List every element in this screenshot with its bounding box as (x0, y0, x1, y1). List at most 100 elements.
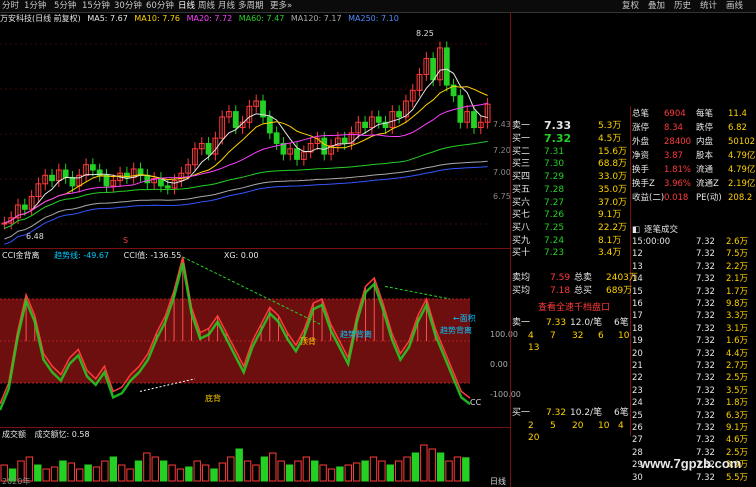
tick-volume: 2.7万 (726, 361, 749, 371)
stat-value-2: 11.4 (728, 109, 747, 119)
watermark: www.7gpzb.com (640, 456, 742, 471)
period-toolbar: 分时 1分钟 5分钟 15分钟 30分钟 60分钟 日线 周线 月线 多周期 更… (0, 0, 756, 13)
buy-row[interactable]: 买七 7.26 9.1万 (510, 209, 756, 221)
tick-time: 27 (632, 435, 643, 446)
queue-buy-price: 7.32 (546, 408, 567, 418)
full-depth-link[interactable]: 查看全速千档盘口 (538, 302, 628, 314)
volume-bar (227, 456, 235, 482)
tab-1min[interactable]: 1分钟 (24, 0, 46, 12)
stat-value-2: 50102 (728, 137, 756, 147)
tab-monthly[interactable]: 月线 (218, 0, 235, 12)
bottom-divergence-label: 底背 (205, 394, 221, 403)
overlay-button[interactable]: 叠加 (648, 0, 665, 12)
queue-item: 7 (550, 331, 556, 341)
axis-label: -100.00 (490, 390, 521, 399)
buy-volume: 8.1万 (598, 235, 622, 246)
candle (164, 185, 171, 189)
tick-volume: 3.1万 (726, 323, 749, 334)
trend-divergence-label: 趋势背离 (340, 330, 372, 339)
kline-chart[interactable] (0, 24, 510, 249)
axis-label: 0.00 (490, 360, 508, 369)
tick-price: 7.32 (696, 435, 715, 446)
tick-price: 7.32 (696, 348, 715, 359)
tick-price: 7.32 (696, 299, 715, 309)
sell-price: 7.33 (544, 119, 572, 132)
stat-value: 8.34 (664, 123, 683, 133)
tab-weekly[interactable]: 周线 (198, 0, 215, 12)
tick-time: 12 (632, 249, 643, 260)
fuquan-button[interactable]: 复权 (622, 0, 639, 12)
buy-label: 买一 (512, 134, 531, 144)
tab-5min[interactable]: 5分钟 (54, 0, 76, 12)
candle (1, 222, 8, 225)
history-button[interactable]: 历史 (674, 0, 691, 12)
buy-price: 7.28 (544, 184, 565, 195)
sell-volume: 5.3万 (598, 121, 622, 131)
avg-sell-price: 7.59 (550, 273, 571, 283)
queue-item: 10 (598, 421, 610, 431)
buy-price: 7.30 (544, 159, 565, 170)
total-buy-label: 总买 (574, 286, 593, 296)
filter-icon: ◧ (632, 225, 641, 235)
stat-value: 3.96% (664, 179, 692, 189)
tick-volume: 9.8万 (726, 299, 749, 309)
tick-row: 24 7.32 1.8万 (630, 397, 756, 409)
queue-item: 5 (550, 421, 556, 431)
tick-row: 19 7.32 1.6万 (630, 335, 756, 347)
tick-volume: 1.6万 (726, 336, 749, 347)
candle (273, 132, 280, 144)
tick-row: 23 7.32 3.5万 (630, 385, 756, 397)
volume-bar (76, 468, 84, 482)
queue-sell-row: 卖一 7.33 12.0/笔 6笔 (510, 317, 630, 329)
tick-time: 15 (632, 286, 643, 297)
ma5-value: MA5: 7.67 (87, 14, 128, 23)
tab-more[interactable]: 更多 (270, 0, 287, 12)
tick-time: 30 (632, 472, 643, 483)
chevron-down-icon[interactable]: » (287, 0, 292, 12)
tick-row: 18 7.32 3.1万 (630, 323, 756, 335)
area-label: ←面积 (453, 314, 476, 323)
candle (89, 164, 96, 171)
tick-volume: 2.5万 (726, 373, 749, 384)
tick-volume: 5.5万 (726, 472, 749, 483)
volume-bar (436, 452, 445, 482)
tab-60min[interactable]: 60分钟 (146, 0, 174, 12)
cci-band (0, 299, 470, 383)
ma10-value: MA10: 7.76 (134, 14, 181, 23)
tick-time: 25 (632, 410, 643, 421)
tab-daily[interactable]: 日线 (178, 0, 195, 12)
candle (69, 176, 76, 187)
axis-label: 7.43 (493, 120, 511, 129)
stat-value: 0.018 (664, 193, 689, 203)
queue-item: 20 (572, 421, 584, 431)
avg-buy-label: 买均 (512, 286, 531, 296)
tab-30min[interactable]: 30分钟 (114, 0, 142, 12)
candle (362, 121, 369, 129)
tick-row: 12 7.32 7.5万 (630, 248, 756, 260)
stat-value: 6904 (664, 109, 686, 119)
bottom-daily-tab[interactable]: 日线 (490, 476, 506, 487)
tab-fenshi[interactable]: 分时 (2, 0, 19, 12)
ma120-value: MA120: 7.17 (290, 14, 342, 23)
tick-time: 26 (632, 423, 643, 433)
stat-value-2: 208.2 (728, 193, 753, 203)
cci-chart[interactable] (0, 249, 510, 427)
stat-key: 涨停 (632, 123, 650, 133)
draw-line-button[interactable]: 画线 (726, 0, 743, 12)
tick-time: 19 (632, 336, 643, 347)
volume-bar (378, 460, 386, 482)
queue-buy-count: 6笔 (614, 408, 629, 418)
tab-15min[interactable]: 15分钟 (82, 0, 110, 12)
low-price-label: 6.48 (26, 232, 44, 241)
axis-label: 7.00 (493, 168, 511, 177)
tab-multi-period[interactable]: 多周期 (238, 0, 264, 12)
volume-bar (277, 460, 285, 482)
buy-price: 7.32 (544, 132, 572, 145)
volume-bar (101, 460, 109, 482)
stat-value-2: 2.19亿 (728, 179, 756, 189)
buy-price: 7.29 (544, 172, 565, 183)
candle (205, 142, 212, 155)
volume-chart[interactable] (0, 428, 510, 487)
statistics-button[interactable]: 统计 (700, 0, 717, 12)
stat-key: 换手 (632, 165, 650, 175)
